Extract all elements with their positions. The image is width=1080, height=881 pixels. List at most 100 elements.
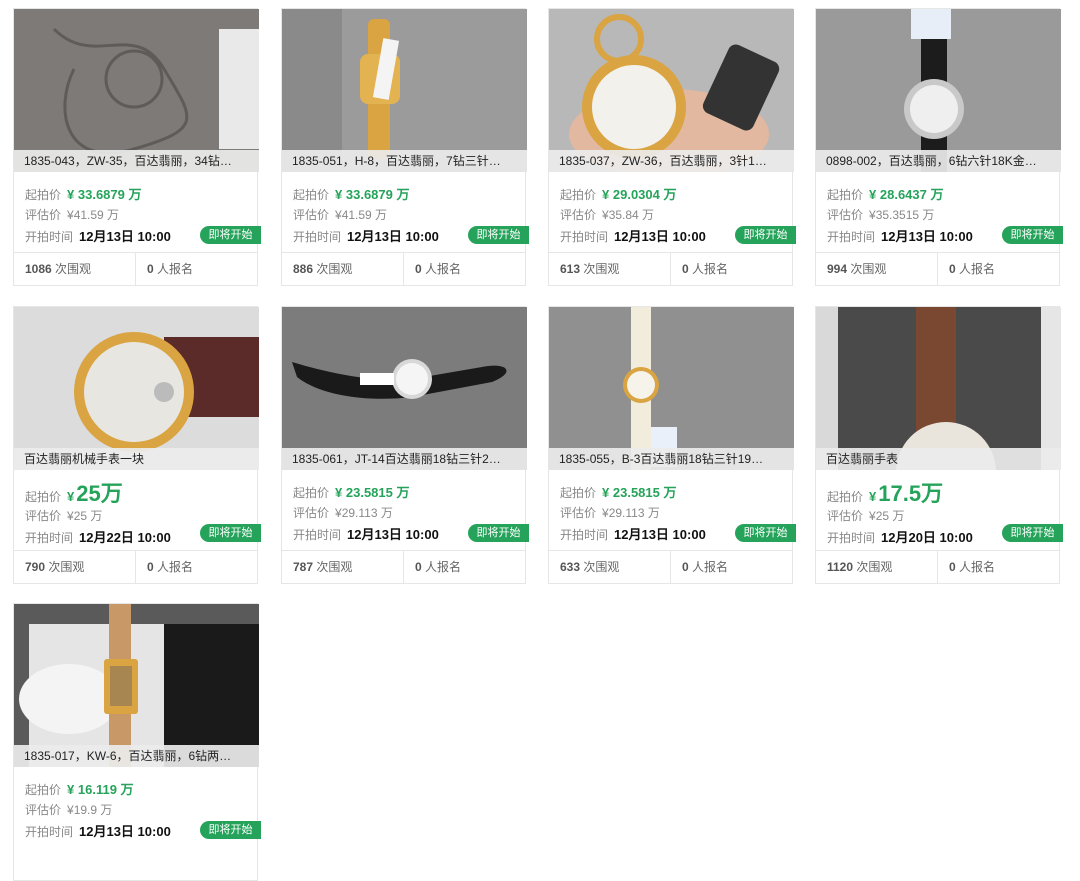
upcoming-badge: 即将开始: [200, 226, 261, 244]
lot-stats: 613 次围观 0 人报名: [549, 252, 792, 285]
start-price-row: 起拍价 ¥ 16.119 万: [25, 779, 246, 800]
estimate-value: ¥41.59 万: [335, 208, 388, 222]
lot-image[interactable]: 百达翡丽机械手表一块: [14, 307, 259, 470]
start-time-value: 12月22日 10:00: [79, 530, 171, 545]
start-price-label: 起拍价: [560, 486, 597, 500]
estimate-label: 评估价: [25, 208, 62, 222]
signups-count: 0 人报名: [147, 262, 194, 276]
lot-image[interactable]: 百达翡丽手表: [816, 307, 1061, 470]
signups-count: 0 人报名: [415, 262, 462, 276]
start-time-label: 开拍时间: [827, 531, 876, 545]
upcoming-badge: 即将开始: [200, 821, 261, 839]
auction-card[interactable]: 1835-061，JT-14百达翡丽18钻三针2… 起拍价 ¥ 23.5815 万…: [281, 306, 529, 584]
start-time-value: 12月13日 10:00: [79, 229, 171, 244]
estimate-label: 评估价: [560, 506, 597, 520]
start-price-label: 起拍价: [560, 188, 597, 202]
lot-image[interactable]: 1835-055，B-3百达翡丽18钻三针19…: [549, 307, 794, 470]
estimate-label: 评估价: [560, 208, 597, 222]
estimate-value: ¥29.113 万: [602, 506, 660, 520]
lot-title[interactable]: 百达翡丽机械手表一块: [14, 448, 259, 470]
estimate-value: ¥29.113 万: [335, 506, 393, 520]
auction-card[interactable]: 0898-002，百达翡丽，6钻六针18K金… 起拍价 ¥ 28.6437 万 评…: [815, 8, 1063, 286]
lot-title[interactable]: 1835-051，H-8，百达翡丽，7钻三针…: [282, 150, 527, 172]
auction-card[interactable]: 百达翡丽机械手表一块 起拍价 ¥25万 评估价 ¥25 万 开拍时间 12月22日 1…: [13, 306, 261, 584]
brown-strap-watch-photo: [816, 307, 1061, 470]
views-count: 1086 次围观: [14, 253, 136, 285]
start-price-row: 起拍价 ¥ 28.6437 万: [827, 184, 1048, 205]
lot-title[interactable]: 1835-055，B-3百达翡丽18钻三针19…: [549, 448, 794, 470]
estimate-label: 评估价: [827, 208, 864, 222]
lot-title[interactable]: 1835-037，ZW-36，百达翡丽，3针1…: [549, 150, 794, 172]
signups-count: 0 人报名: [682, 262, 729, 276]
upcoming-badge: 即将开始: [468, 524, 529, 542]
start-price-label: 起拍价: [25, 783, 62, 797]
start-time-value: 12月13日 10:00: [614, 527, 706, 542]
upcoming-badge: 即将开始: [1002, 524, 1063, 542]
black-strap-watch-flat-photo: [282, 307, 527, 470]
lot-image[interactable]: 1835-017，KW-6，百达翡丽，6钻两…: [14, 604, 259, 767]
start-price-label: 起拍价: [25, 188, 62, 202]
signups-count: 0 人报名: [682, 560, 729, 574]
start-time-label: 开拍时间: [827, 230, 876, 244]
start-price-row: 起拍价 ¥ 23.5815 万: [293, 482, 514, 503]
lot-title[interactable]: 1835-061，JT-14百达翡丽18钻三针2…: [282, 448, 527, 470]
auction-card[interactable]: 百达翡丽手表 起拍价 ¥17.5万 评估价 ¥25 万 开拍时间 12月20日 10:…: [815, 306, 1063, 584]
start-price-row: 起拍价 ¥ 33.6879 万: [25, 184, 246, 205]
auction-card[interactable]: 1835-037，ZW-36，百达翡丽，3针1… 起拍价 ¥ 29.0304 万 …: [548, 8, 796, 286]
start-time-label: 开拍时间: [560, 528, 609, 542]
start-time-label: 开拍时间: [25, 531, 74, 545]
gold-bracelet-watch-photo: [282, 9, 527, 172]
rose-gold-watch-bag-photo: [14, 307, 259, 470]
upcoming-badge: 即将开始: [735, 226, 796, 244]
start-time-value: 12月13日 10:00: [347, 527, 439, 542]
lot-title[interactable]: 百达翡丽手表: [816, 448, 1061, 470]
start-time-value: 12月13日 10:00: [614, 229, 706, 244]
auction-card[interactable]: 1835-043，ZW-35，百达翡丽，34钻… 起拍价 ¥ 33.6879 万 …: [13, 8, 261, 286]
start-time-value: 12月13日 10:00: [881, 229, 973, 244]
lot-title[interactable]: 1835-043，ZW-35，百达翡丽，34钻…: [14, 150, 259, 172]
estimate-row: 评估价 ¥41.59 万: [293, 205, 514, 226]
start-price-label: 起拍价: [827, 490, 864, 504]
estimate-value: ¥35.3515 万: [869, 208, 935, 222]
lot-image[interactable]: 0898-002，百达翡丽，6钻六针18K金…: [816, 9, 1061, 172]
start-price-label: 起拍价: [293, 486, 330, 500]
estimate-row: 评估价 ¥29.113 万: [560, 503, 781, 524]
auction-card[interactable]: 1835-055，B-3百达翡丽18钻三针19… 起拍价 ¥ 23.5815 万 …: [548, 306, 796, 584]
upcoming-badge: 即将开始: [468, 226, 529, 244]
lot-image[interactable]: 1835-037，ZW-36，百达翡丽，3针1…: [549, 9, 794, 172]
engraved-box-photo: [14, 9, 259, 172]
estimate-row: 评估价 ¥29.113 万: [293, 503, 514, 524]
auction-grid: 1835-043，ZW-35，百达翡丽，34钻… 起拍价 ¥ 33.6879 万 …: [0, 0, 1080, 881]
signups-count: 0 人报名: [949, 262, 996, 276]
auction-card[interactable]: 1835-051，H-8，百达翡丽，7钻三针… 起拍价 ¥ 33.6879 万 评…: [281, 8, 529, 286]
upcoming-badge: 即将开始: [200, 524, 261, 542]
estimate-value: ¥19.9 万: [67, 803, 113, 817]
start-time-label: 开拍时间: [293, 528, 342, 542]
lot-title[interactable]: 1835-017，KW-6，百达翡丽，6钻两…: [14, 745, 259, 767]
upcoming-badge: 即将开始: [1002, 226, 1063, 244]
signups-count: 0 人报名: [949, 560, 996, 574]
estimate-row: 评估价 ¥35.84 万: [560, 205, 781, 226]
lot-stats: 1120 次围观 0 人报名: [816, 550, 1059, 583]
lot-title[interactable]: 0898-002，百达翡丽，6钻六针18K金…: [816, 150, 1061, 172]
start-price-value: ¥17.5万: [869, 481, 944, 506]
estimate-label: 评估价: [827, 509, 864, 523]
black-strap-watch-photo: [816, 9, 1061, 172]
lot-image[interactable]: 1835-061，JT-14百达翡丽18钻三针2…: [282, 307, 527, 470]
estimate-label: 评估价: [25, 803, 62, 817]
start-price-value: ¥25万: [67, 481, 123, 506]
lot-stats: 787 次围观 0 人报名: [282, 550, 525, 583]
upcoming-badge: 即将开始: [735, 524, 796, 542]
gold-pocket-watch-photo: [549, 9, 794, 172]
start-price-row: 起拍价 ¥ 29.0304 万: [560, 184, 781, 205]
lot-image[interactable]: 1835-043，ZW-35，百达翡丽，34钻…: [14, 9, 259, 172]
start-time-value: 12月20日 10:00: [881, 530, 973, 545]
views-count: 633 次围观: [549, 551, 671, 583]
estimate-row: 评估价 ¥35.3515 万: [827, 205, 1048, 226]
views-count: 994 次围观: [816, 253, 938, 285]
lot-stats: 633 次围观 0 人报名: [549, 550, 792, 583]
auction-card[interactable]: 1835-017，KW-6，百达翡丽，6钻两… 起拍价 ¥ 16.119 万 评估…: [13, 603, 261, 881]
lot-image[interactable]: 1835-051，H-8，百达翡丽，7钻三针…: [282, 9, 527, 172]
start-time-label: 开拍时间: [25, 230, 74, 244]
views-count: 790 次围观: [14, 551, 136, 583]
